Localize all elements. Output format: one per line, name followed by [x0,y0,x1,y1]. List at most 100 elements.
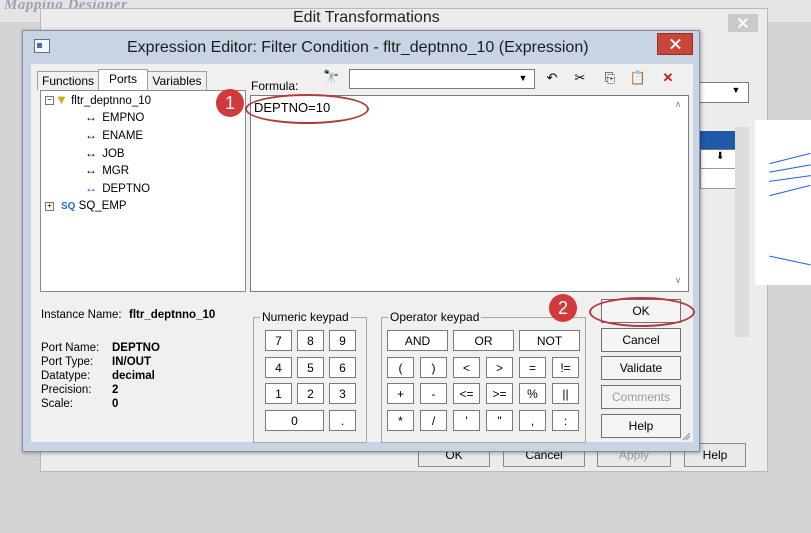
port-label: ENAME [102,130,144,142]
operator-keypad-label: Operator keypad [388,310,482,324]
tree-root-item[interactable]: ▼ fltr_deptnno_10 [55,92,151,108]
cancel-button[interactable]: Cancel [601,328,681,352]
tree-port-item[interactable]: ↔ MGR [85,162,129,178]
key-6[interactable]: 6 [329,357,356,378]
key-not[interactable]: NOT [519,330,580,351]
window-menu-icon[interactable] [34,39,50,53]
copy-icon[interactable]: ⎘ [599,68,621,88]
key-8[interactable]: 8 [297,330,324,351]
precision-label: Precision: [41,384,92,396]
tree-root-item[interactable]: SQ SQ_EMP [61,198,127,214]
key-dot[interactable]: . [329,410,356,431]
datatype-label: Datatype: [41,370,91,382]
formula-editor[interactable]: DEPTNO=10 ∧ ∨ [250,95,689,292]
cut-icon[interactable]: ✂ [569,68,591,88]
key-double-quote[interactable]: " [486,410,513,431]
key-gte[interactable]: >= [486,383,513,404]
ports-tree[interactable]: − ▼ fltr_deptnno_10 ↔ EMPNO ↔ ENAME ↔ JO… [40,90,246,292]
tree-port-item[interactable]: ↔ ENAME [85,127,143,143]
chevron-down-icon[interactable]: ▼ [729,85,743,99]
inout-port-icon: ↔ [85,110,97,124]
key-multiply[interactable]: * [387,410,414,431]
help-button[interactable]: Help [601,414,681,438]
edit-transformations-close-icon[interactable] [728,14,758,32]
key-and[interactable]: AND [387,330,448,351]
key-3[interactable]: 3 [329,383,356,404]
key-percent[interactable]: % [519,383,546,404]
key-minus[interactable]: - [420,383,447,404]
paste-icon[interactable]: 📋 [627,68,649,88]
key-eq[interactable]: = [519,357,546,378]
key-4[interactable]: 4 [265,357,292,378]
port-info-panel: Instance Name: fltr_deptnno_10 Port Name… [40,299,244,439]
mapping-canvas [755,120,811,285]
key-plus[interactable]: + [387,383,414,404]
find-icon[interactable]: 🔭 [323,69,339,85]
tree-port-item-selected[interactable]: ↔ DEPTNO [85,180,150,196]
key-5[interactable]: 5 [297,357,324,378]
tab-variables[interactable]: Variables [147,71,207,90]
key-7[interactable]: 7 [265,330,292,351]
key-comma[interactable]: , [519,410,546,431]
step-2-badge: 2 [549,294,577,322]
key-2[interactable]: 2 [297,383,324,404]
key-or[interactable]: OR [453,330,514,351]
port-label: JOB [102,148,125,160]
link-arrow [769,152,811,165]
port-label: DEPTNO [102,183,151,195]
key-lt[interactable]: < [453,357,480,378]
key-colon[interactable]: : [552,410,579,431]
expand-icon[interactable]: + [45,202,54,211]
link-arrow [769,175,811,182]
tree-port-item[interactable]: ↔ JOB [85,145,125,161]
grid-cell[interactable] [700,168,736,189]
scroll-up-icon[interactable]: ∧ [670,99,686,111]
inout-port-icon: ↔ [85,163,97,177]
delete-icon[interactable]: ✕ [657,68,679,88]
key-rparen[interactable]: ) [420,357,447,378]
dialog-titlebar[interactable]: Expression Editor: Filter Condition - fl… [23,31,699,63]
port-label: EMPNO [102,112,145,124]
filter-icon: ▼ [55,92,68,107]
grid-scrollbar[interactable] [735,127,749,337]
precision-value: 2 [112,384,119,396]
scroll-down-icon[interactable]: ∨ [670,275,686,287]
key-9[interactable]: 9 [329,330,356,351]
step-1-badge: 1 [216,89,244,117]
scale-value: 0 [112,398,119,410]
editor-scrollbar[interactable]: ∧ ∨ [670,97,686,287]
chevron-down-icon[interactable]: ▼ [516,71,530,85]
resize-grip-icon[interactable] [681,431,691,441]
collapse-icon[interactable]: − [45,96,54,105]
close-icon[interactable] [657,33,693,55]
scale-label: Scale: [41,398,73,410]
key-gt[interactable]: > [486,357,513,378]
key-concat[interactable]: || [552,383,579,404]
port-label: MGR [102,165,130,177]
port-type-label: Port Type: [41,356,94,368]
dropdown-arrow-icon[interactable]: ⬇ [716,151,724,162]
key-lparen[interactable]: ( [387,357,414,378]
key-lte[interactable]: <= [453,383,480,404]
ok-highlight-oval [589,297,695,327]
grid-header [700,131,735,149]
tab-functions[interactable]: Functions [37,71,99,90]
key-1[interactable]: 1 [265,383,292,404]
comments-button[interactable]: Comments [601,385,681,409]
port-type-value: IN/OUT [112,356,151,368]
validate-button[interactable]: Validate [601,356,681,380]
formula-search-combo[interactable] [349,69,535,89]
link-arrow [769,255,811,266]
inout-port-icon: ↔ [85,128,97,142]
key-single-quote[interactable]: ' [453,410,480,431]
undo-icon[interactable]: ↶ [541,68,563,88]
key-divide[interactable]: / [420,410,447,431]
formula-label: Formula: [251,79,299,93]
link-arrow [769,164,811,173]
tab-ports[interactable]: Ports [98,69,148,91]
key-0[interactable]: 0 [265,410,324,431]
tree-root-label: fltr_deptnno_10 [71,95,152,107]
key-neq[interactable]: != [552,357,579,378]
tree-port-item[interactable]: ↔ EMPNO [85,109,144,125]
port-name-value: DEPTNO [112,342,160,354]
